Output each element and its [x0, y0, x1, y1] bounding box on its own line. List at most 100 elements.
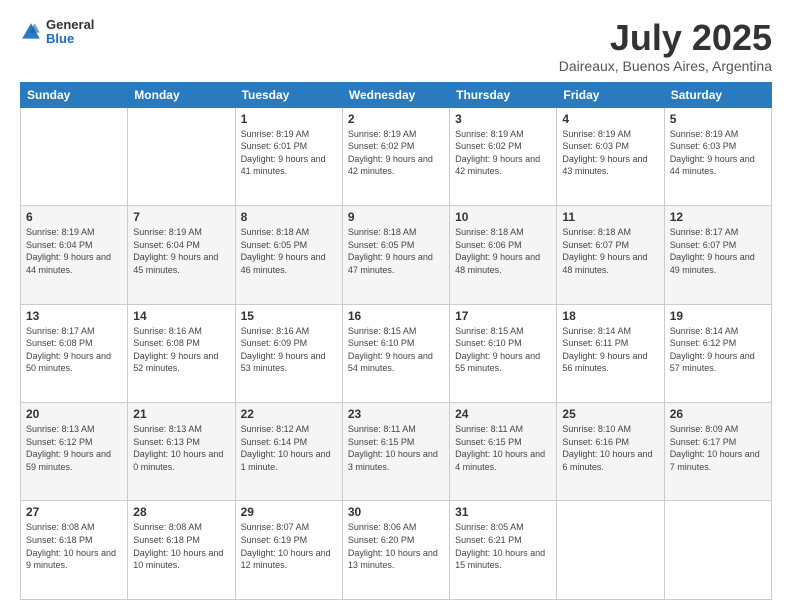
day-number: 14 — [133, 309, 229, 323]
calendar-cell: 11 Sunrise: 8:18 AM Sunset: 6:07 PM Dayli… — [557, 206, 664, 304]
calendar-cell — [128, 107, 235, 205]
day-info: Sunrise: 8:06 AM Sunset: 6:20 PM Dayligh… — [348, 521, 444, 571]
calendar-cell: 13Sunrise: 8:17 AM Sunset: 6:08 PM Dayli… — [21, 304, 128, 402]
day-number: 6 — [26, 210, 122, 224]
day-info: Sunrise: 8:08 AM Sunset: 6:18 PM Dayligh… — [133, 521, 229, 571]
calendar-cell: 30 Sunrise: 8:06 AM Sunset: 6:20 PM Dayli… — [342, 501, 449, 600]
day-number: 26 — [670, 407, 766, 421]
calendar-week-2: 6 Sunrise: 8:19 AM Sunset: 6:04 PM Daylig… — [21, 206, 772, 304]
day-number: 18 — [562, 309, 658, 323]
day-info: Sunrise: 8:10 AM Sunset: 6:16 PM Dayligh… — [562, 423, 658, 473]
day-info: Sunrise: 8:13 AM Sunset: 6:13 PM Dayligh… — [133, 423, 229, 473]
calendar-cell: 6 Sunrise: 8:19 AM Sunset: 6:04 PM Daylig… — [21, 206, 128, 304]
calendar-cell: 9Sunrise: 8:18 AM Sunset: 6:05 PM Daylig… — [342, 206, 449, 304]
day-number: 19 — [670, 309, 766, 323]
day-number: 3 — [455, 112, 551, 126]
calendar-cell: 7Sunrise: 8:19 AM Sunset: 6:04 PM Daylig… — [128, 206, 235, 304]
day-number: 11 — [562, 210, 658, 224]
day-number: 13 — [26, 309, 122, 323]
day-number: 1 — [241, 112, 337, 126]
calendar-cell: 5 Sunrise: 8:19 AM Sunset: 6:03 PM Daylig… — [664, 107, 771, 205]
month-title: July 2025 — [559, 18, 772, 58]
calendar-week-4: 20 Sunrise: 8:13 AM Sunset: 6:12 PM Dayli… — [21, 403, 772, 501]
calendar-cell: 28Sunrise: 8:08 AM Sunset: 6:18 PM Dayli… — [128, 501, 235, 600]
day-number: 30 — [348, 505, 444, 519]
calendar-cell — [21, 107, 128, 205]
calendar-header-sunday: Sunday — [21, 82, 128, 107]
calendar-cell: 19Sunrise: 8:14 AM Sunset: 6:12 PM Dayli… — [664, 304, 771, 402]
location: Daireaux, Buenos Aires, Argentina — [559, 58, 772, 74]
calendar-header-saturday: Saturday — [664, 82, 771, 107]
day-number: 24 — [455, 407, 551, 421]
day-number: 21 — [133, 407, 229, 421]
day-info: Sunrise: 8:19 AM Sunset: 6:02 PM Dayligh… — [455, 128, 551, 178]
day-info: Sunrise: 8:05 AM Sunset: 6:21 PM Dayligh… — [455, 521, 551, 571]
day-info: Sunrise: 8:15 AM Sunset: 6:10 PM Dayligh… — [455, 325, 551, 375]
calendar-cell: 3 Sunrise: 8:19 AM Sunset: 6:02 PM Daylig… — [450, 107, 557, 205]
day-info: Sunrise: 8:16 AM Sunset: 6:09 PM Dayligh… — [241, 325, 337, 375]
day-number: 17 — [455, 309, 551, 323]
page: General Blue July 2025 Daireaux, Buenos … — [0, 0, 792, 612]
calendar-cell: 16 Sunrise: 8:15 AM Sunset: 6:10 PM Dayli… — [342, 304, 449, 402]
day-info: Sunrise: 8:07 AM Sunset: 6:19 PM Dayligh… — [241, 521, 337, 571]
calendar-cell: 17 Sunrise: 8:15 AM Sunset: 6:10 PM Dayli… — [450, 304, 557, 402]
day-info: Sunrise: 8:19 AM Sunset: 6:03 PM Dayligh… — [670, 128, 766, 178]
calendar-week-3: 13Sunrise: 8:17 AM Sunset: 6:08 PM Dayli… — [21, 304, 772, 402]
calendar-table: SundayMondayTuesdayWednesdayThursdayFrid… — [20, 82, 772, 600]
day-info: Sunrise: 8:11 AM Sunset: 6:15 PM Dayligh… — [455, 423, 551, 473]
day-number: 22 — [241, 407, 337, 421]
calendar-cell: 18 Sunrise: 8:14 AM Sunset: 6:11 PM Dayli… — [557, 304, 664, 402]
day-number: 9 — [348, 210, 444, 224]
calendar-week-5: 27 Sunrise: 8:08 AM Sunset: 6:18 PM Dayli… — [21, 501, 772, 600]
calendar-cell: 27Sunrise: 8:08 AM Sunset: 6:18 PM Dayli… — [21, 501, 128, 600]
calendar-header-monday: Monday — [128, 82, 235, 107]
day-info: Sunrise: 8:16 AM Sunset: 6:08 PM Dayligh… — [133, 325, 229, 375]
calendar-cell: 15 Sunrise: 8:16 AM Sunset: 6:09 PM Dayli… — [235, 304, 342, 402]
day-info: Sunrise: 8:15 AM Sunset: 6:10 PM Dayligh… — [348, 325, 444, 375]
day-info: Sunrise: 8:19 AM Sunset: 6:02 PM Dayligh… — [348, 128, 444, 178]
calendar-header-tuesday: Tuesday — [235, 82, 342, 107]
day-number: 23 — [348, 407, 444, 421]
day-number: 5 — [670, 112, 766, 126]
calendar-header-friday: Friday — [557, 82, 664, 107]
calendar-cell — [557, 501, 664, 600]
calendar-cell: 2 Sunrise: 8:19 AM Sunset: 6:02 PM Daylig… — [342, 107, 449, 205]
calendar-cell: 31 Sunrise: 8:05 AM Sunset: 6:21 PM Dayli… — [450, 501, 557, 600]
day-number: 15 — [241, 309, 337, 323]
day-info: Sunrise: 8:18 AM Sunset: 6:06 PM Dayligh… — [455, 226, 551, 276]
day-info: Sunrise: 8:19 AM Sunset: 6:03 PM Dayligh… — [562, 128, 658, 178]
day-info: Sunrise: 8:11 AM Sunset: 6:15 PM Dayligh… — [348, 423, 444, 473]
day-number: 2 — [348, 112, 444, 126]
calendar-cell: 12 Sunrise: 8:17 AM Sunset: 6:07 PM Dayli… — [664, 206, 771, 304]
day-info: Sunrise: 8:18 AM Sunset: 6:05 PM Dayligh… — [241, 226, 337, 276]
logo-general-text: General — [46, 18, 94, 32]
calendar-cell: 4Sunrise: 8:19 AM Sunset: 6:03 PM Daylig… — [557, 107, 664, 205]
calendar-cell: 8Sunrise: 8:18 AM Sunset: 6:05 PM Daylig… — [235, 206, 342, 304]
day-number: 25 — [562, 407, 658, 421]
day-info: Sunrise: 8:17 AM Sunset: 6:07 PM Dayligh… — [670, 226, 766, 276]
calendar-cell: 10 Sunrise: 8:18 AM Sunset: 6:06 PM Dayli… — [450, 206, 557, 304]
calendar-cell: 1Sunrise: 8:19 AM Sunset: 6:01 PM Daylig… — [235, 107, 342, 205]
day-number: 16 — [348, 309, 444, 323]
day-info: Sunrise: 8:19 AM Sunset: 6:04 PM Dayligh… — [26, 226, 122, 276]
calendar-cell — [664, 501, 771, 600]
calendar-week-1: 1Sunrise: 8:19 AM Sunset: 6:01 PM Daylig… — [21, 107, 772, 205]
header: General Blue July 2025 Daireaux, Buenos … — [20, 18, 772, 74]
logo-blue-text: Blue — [46, 32, 94, 46]
calendar-cell: 25 Sunrise: 8:10 AM Sunset: 6:16 PM Dayli… — [557, 403, 664, 501]
day-number: 12 — [670, 210, 766, 224]
day-number: 10 — [455, 210, 551, 224]
calendar-cell: 22Sunrise: 8:12 AM Sunset: 6:14 PM Dayli… — [235, 403, 342, 501]
day-info: Sunrise: 8:14 AM Sunset: 6:11 PM Dayligh… — [562, 325, 658, 375]
day-number: 31 — [455, 505, 551, 519]
logo-text: General Blue — [46, 18, 94, 47]
calendar-header-wednesday: Wednesday — [342, 82, 449, 107]
title-block: July 2025 Daireaux, Buenos Aires, Argent… — [559, 18, 772, 74]
logo: General Blue — [20, 18, 94, 47]
day-number: 20 — [26, 407, 122, 421]
day-number: 7 — [133, 210, 229, 224]
day-info: Sunrise: 8:13 AM Sunset: 6:12 PM Dayligh… — [26, 423, 122, 473]
calendar-cell: 20 Sunrise: 8:13 AM Sunset: 6:12 PM Dayli… — [21, 403, 128, 501]
day-info: Sunrise: 8:18 AM Sunset: 6:07 PM Dayligh… — [562, 226, 658, 276]
day-number: 27 — [26, 505, 122, 519]
